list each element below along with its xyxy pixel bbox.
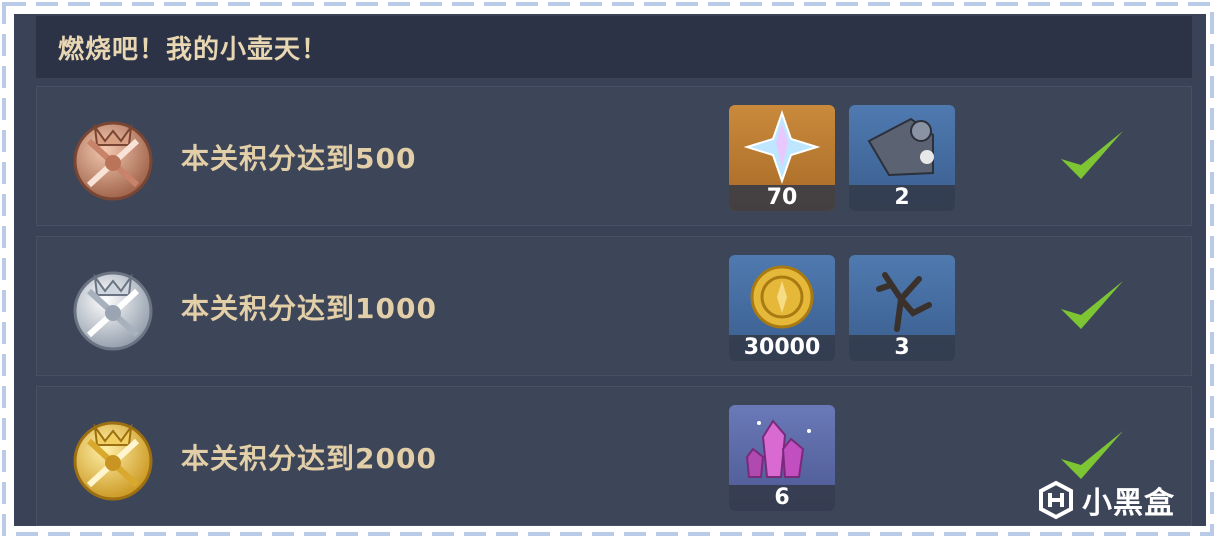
- panel-title: 燃烧吧！我的小壶天！: [58, 34, 329, 65]
- reward-item[interactable]: 6: [729, 405, 835, 511]
- watermark-text: 小黑盒: [1082, 486, 1175, 521]
- xiaoheihe-logo-icon: [1039, 480, 1073, 520]
- primogem-icon: [743, 109, 821, 185]
- row-condition-label: 本关积分达到1000: [181, 292, 437, 325]
- reward-row: 本关积分达到1000 30000 3: [36, 236, 1192, 376]
- reward-count: 70: [729, 185, 835, 211]
- branch-material-icon: [876, 272, 932, 332]
- scroll-material-icon: [867, 117, 934, 177]
- bronze-medal-icon: [73, 121, 153, 201]
- check-icon: [1061, 131, 1123, 179]
- silver-medal-icon: [73, 271, 153, 351]
- reward-count: 3: [849, 335, 955, 361]
- check-icon: [1061, 281, 1123, 329]
- reward-count: 6: [729, 485, 835, 511]
- gold-medal-icon: [73, 421, 153, 501]
- reward-item[interactable]: 70: [729, 105, 835, 211]
- event-rewards-panel: 燃烧吧！我的小壶天！ 本关积分达到500 70 2 本关积分达到1000 300…: [14, 14, 1206, 526]
- reward-count: 30000: [729, 335, 835, 361]
- reward-row: 本关积分达到2000 6: [36, 386, 1192, 526]
- check-icon: [1061, 431, 1123, 479]
- reward-item[interactable]: 2: [849, 105, 955, 211]
- reward-row: 本关积分达到500 70 2: [36, 86, 1192, 226]
- crystal-ore-icon: [745, 419, 811, 478]
- reward-count: 2: [849, 185, 955, 211]
- reward-item[interactable]: 30000: [729, 255, 835, 361]
- row-condition-label: 本关积分达到500: [181, 142, 417, 175]
- mora-coin-icon: [750, 265, 814, 329]
- watermark: 小黑盒: [1036, 478, 1175, 522]
- reward-item[interactable]: 3: [849, 255, 955, 361]
- panel-header: 燃烧吧！我的小壶天！: [36, 16, 1192, 78]
- row-condition-label: 本关积分达到2000: [181, 442, 437, 475]
